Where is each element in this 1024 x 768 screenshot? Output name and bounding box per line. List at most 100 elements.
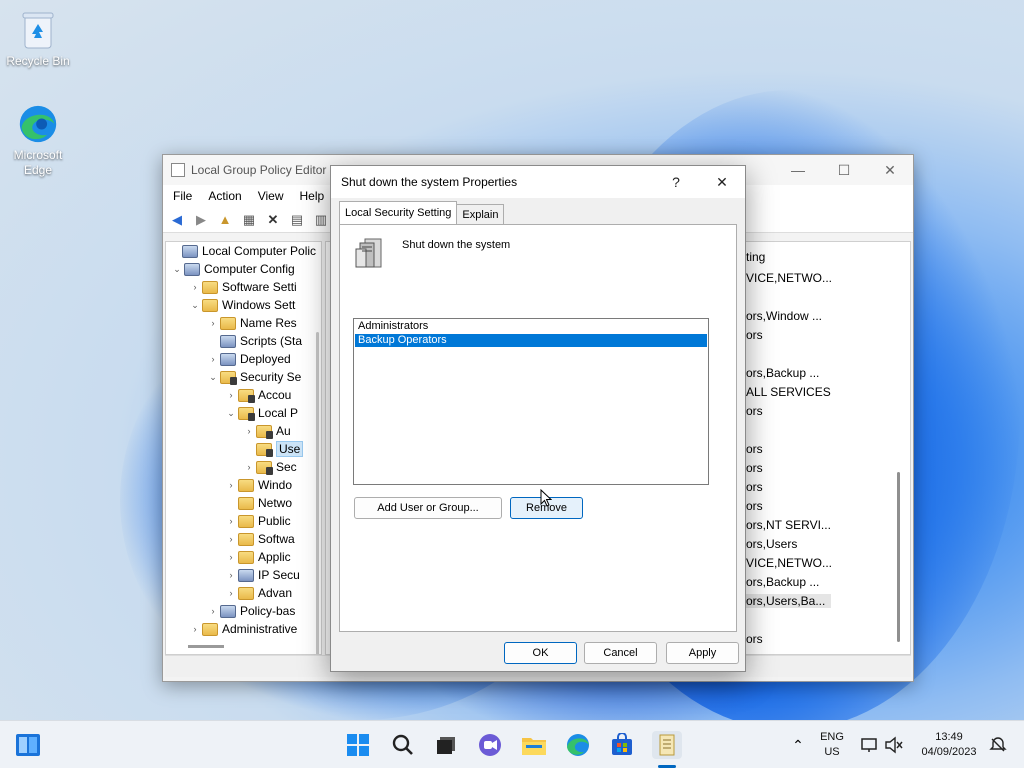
chevron-right-icon[interactable]: › xyxy=(188,624,202,634)
tree-horizontal-scrollbar[interactable] xyxy=(188,645,224,648)
close-icon[interactable]: ✕ xyxy=(699,166,745,198)
tree-item[interactable]: › Software Setti xyxy=(166,278,321,296)
volume-muted-icon[interactable] xyxy=(880,731,908,759)
menu-action[interactable]: Action xyxy=(200,189,249,203)
list-item[interactable]: ors xyxy=(746,499,763,513)
member-item[interactable]: Administrators xyxy=(355,320,707,333)
tree-item[interactable]: › IP Secu xyxy=(166,566,321,584)
list-item[interactable]: ors,NT SERVI... xyxy=(746,518,831,532)
tree-item[interactable]: › Name Res xyxy=(166,314,321,332)
tree-item[interactable]: ⌄ Security Se xyxy=(166,368,321,386)
desktop-icon-recycle-bin[interactable]: Recycle Bin xyxy=(2,10,74,68)
list-item[interactable]: ors xyxy=(746,328,763,342)
members-listbox[interactable]: Administrators Backup Operators xyxy=(353,318,709,485)
edge-icon[interactable] xyxy=(564,731,592,759)
list-item-selected[interactable]: ors,Users,Ba... xyxy=(746,594,832,608)
delete-icon[interactable]: ✕ xyxy=(263,211,283,229)
chevron-right-icon[interactable]: › xyxy=(206,318,220,328)
tree-item[interactable]: › Sec xyxy=(166,458,321,476)
chat-icon[interactable] xyxy=(476,731,504,759)
chevron-right-icon[interactable]: › xyxy=(188,282,202,292)
chevron-right-icon[interactable]: › xyxy=(224,516,238,526)
forward-arrow-icon[interactable]: ▶ xyxy=(191,211,211,229)
chevron-right-icon[interactable]: › xyxy=(224,570,238,580)
list-item[interactable]: ors xyxy=(746,632,763,646)
chevron-right-icon[interactable]: › xyxy=(224,552,238,562)
list-item[interactable]: ors,Users xyxy=(746,537,797,551)
input-language-indicator[interactable]: ENG US xyxy=(814,730,850,760)
desktop-icon-edge[interactable]: Microsoft Edge xyxy=(2,104,74,178)
chevron-up-icon[interactable]: ⌃ xyxy=(784,731,812,759)
chevron-right-icon[interactable]: › xyxy=(242,426,256,436)
menu-view[interactable]: View xyxy=(250,189,292,203)
search-icon[interactable] xyxy=(389,731,417,759)
list-item[interactable]: ors xyxy=(746,404,763,418)
tree-item[interactable]: › Public xyxy=(166,512,321,530)
tab-local-security-setting[interactable]: Local Security Setting xyxy=(339,201,458,224)
minimize-icon[interactable]: — xyxy=(775,155,821,185)
chevron-down-icon[interactable]: ⌄ xyxy=(188,300,202,311)
task-view-icon[interactable] xyxy=(432,731,460,759)
chevron-right-icon[interactable]: › xyxy=(224,534,238,544)
chevron-right-icon[interactable]: › xyxy=(224,588,238,598)
menu-help[interactable]: Help xyxy=(292,189,333,203)
widgets-icon[interactable] xyxy=(14,731,42,759)
up-folder-icon[interactable]: ▲ xyxy=(215,211,235,229)
tree-item[interactable]: ⌄ Computer Config xyxy=(166,260,321,278)
cancel-button[interactable]: Cancel xyxy=(584,642,657,664)
list-item[interactable]: ors,Backup ... xyxy=(746,366,819,380)
tab-explain[interactable]: Explain xyxy=(456,204,505,224)
tree-item[interactable]: › Windo xyxy=(166,476,321,494)
start-icon[interactable] xyxy=(344,731,372,759)
member-item-selected[interactable]: Backup Operators xyxy=(355,334,707,347)
chevron-down-icon[interactable]: ⌄ xyxy=(170,264,184,275)
list-item[interactable]: ors,Window ... xyxy=(746,309,822,323)
chevron-right-icon[interactable]: › xyxy=(242,462,256,472)
tree-item[interactable]: Local Computer Polic xyxy=(166,242,321,260)
show-hide-tree-icon[interactable]: ▦ xyxy=(239,211,259,229)
apply-button[interactable]: Apply xyxy=(666,642,739,664)
tree-item[interactable]: › Administrative xyxy=(166,620,321,638)
tree-item[interactable]: › Policy-bas xyxy=(166,602,321,620)
tree-item[interactable]: › Advan xyxy=(166,584,321,602)
list-item[interactable]: ors xyxy=(746,461,763,475)
properties-icon[interactable]: ▤ xyxy=(287,211,307,229)
tree-item[interactable]: Scripts (Sta xyxy=(166,332,321,350)
tree-item[interactable]: › Au xyxy=(166,422,321,440)
chevron-right-icon[interactable]: › xyxy=(224,480,238,490)
gpe-tree-pane[interactable]: Local Computer Polic ⌄ Computer Config › S… xyxy=(165,241,322,655)
tree-item-selected[interactable]: Use xyxy=(166,440,321,458)
list-item[interactable]: ors xyxy=(746,442,763,456)
export-list-icon[interactable]: ▥ xyxy=(311,211,331,229)
tree-item[interactable]: Netwo xyxy=(166,494,321,512)
notification-icon[interactable] xyxy=(984,731,1012,759)
back-arrow-icon[interactable]: ◀ xyxy=(167,211,187,229)
clock[interactable]: 13:49 04/09/2023 xyxy=(912,730,986,760)
group-policy-editor-taskbar-icon[interactable] xyxy=(652,731,682,759)
file-explorer-icon[interactable] xyxy=(520,731,548,759)
list-item[interactable]: ors,Backup ... xyxy=(746,575,819,589)
list-item[interactable]: ors xyxy=(746,480,763,494)
list-item[interactable]: ALL SERVICES xyxy=(746,385,831,399)
tree-item[interactable]: › Deployed xyxy=(166,350,321,368)
dialog-title-bar[interactable]: Shut down the system Properties ? ✕ xyxy=(331,166,745,198)
chevron-right-icon[interactable]: › xyxy=(206,606,220,616)
tree-item[interactable]: ⌄ Local P xyxy=(166,404,321,422)
chevron-down-icon[interactable]: ⌄ xyxy=(224,408,238,419)
tree-item[interactable]: › Accou xyxy=(166,386,321,404)
chevron-right-icon[interactable]: › xyxy=(224,390,238,400)
tree-vertical-scrollbar[interactable] xyxy=(316,332,319,654)
list-vertical-scrollbar[interactable] xyxy=(897,472,900,642)
tree-item[interactable]: › Softwa xyxy=(166,530,321,548)
store-icon[interactable] xyxy=(608,731,636,759)
list-item[interactable]: VICE,NETWO... xyxy=(746,271,832,285)
maximize-icon[interactable]: ☐ xyxy=(821,155,867,185)
list-item[interactable]: VICE,NETWO... xyxy=(746,556,832,570)
add-user-or-group-button[interactable]: Add User or Group... xyxy=(354,497,502,519)
close-icon[interactable]: ✕ xyxy=(867,155,913,185)
menu-file[interactable]: File xyxy=(165,189,200,203)
tree-item[interactable]: › Applic xyxy=(166,548,321,566)
chevron-down-icon[interactable]: ⌄ xyxy=(206,372,220,383)
chevron-right-icon[interactable]: › xyxy=(206,354,220,364)
ok-button[interactable]: OK xyxy=(504,642,577,664)
